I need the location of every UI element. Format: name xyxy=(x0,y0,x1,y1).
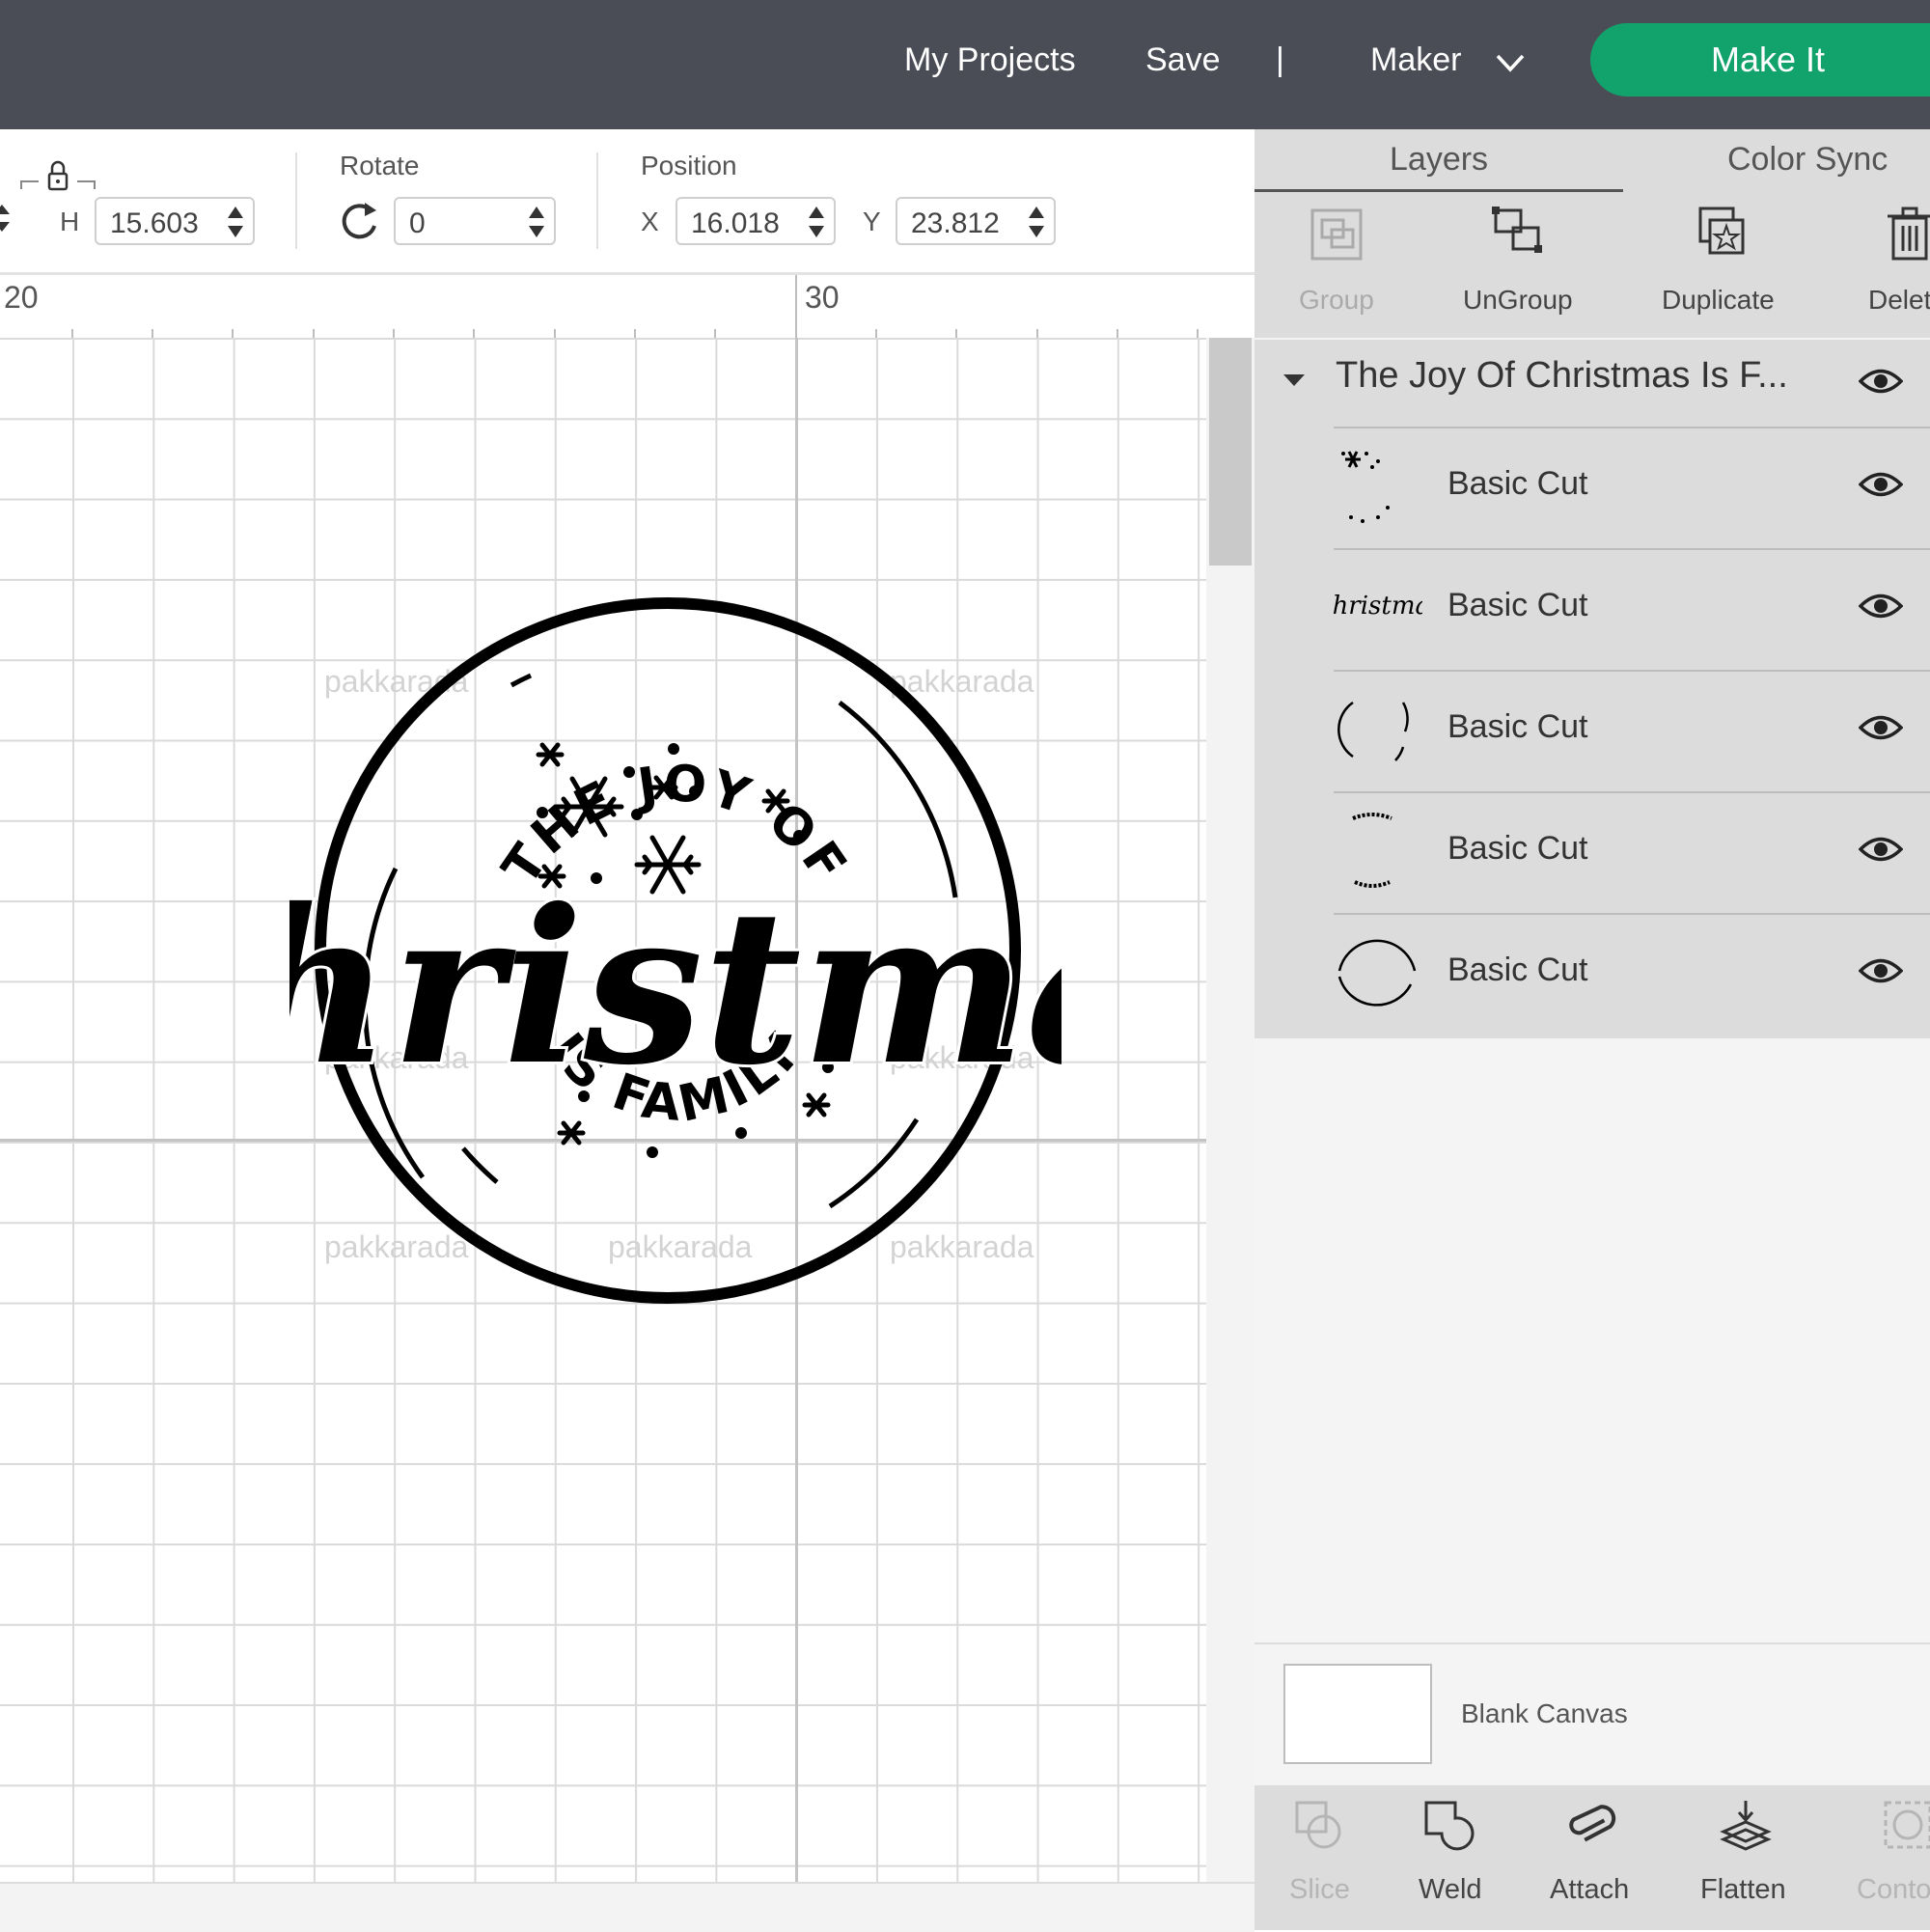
ruler-ticks xyxy=(71,275,1199,339)
layer-label[interactable]: Basic Cut xyxy=(1448,465,1588,503)
width-stepper-arrows[interactable] xyxy=(0,199,14,237)
eye-icon[interactable] xyxy=(1859,470,1903,499)
height-input[interactable]: 15.603 xyxy=(95,197,255,245)
blank-canvas-label: Blank Canvas xyxy=(1461,1698,1628,1728)
blank-canvas-swatch[interactable] xyxy=(1283,1664,1432,1764)
tab-layers[interactable]: Layers xyxy=(1390,141,1488,179)
height-stepper-icon[interactable] xyxy=(226,205,245,239)
layer-thumbnail xyxy=(1337,939,1417,1007)
active-tab-indicator xyxy=(1254,189,1623,192)
y-label: Y xyxy=(863,207,881,236)
height-value: 15.603 xyxy=(110,207,199,239)
eye-icon[interactable] xyxy=(1859,367,1903,396)
christmas-design[interactable]: THE JOY OF IS FAMILY Christmas xyxy=(290,579,1062,1351)
position-label: Position xyxy=(641,151,737,180)
layer-label[interactable]: Basic Cut xyxy=(1448,830,1588,868)
layer-thumbnail xyxy=(1337,701,1409,761)
eye-icon[interactable] xyxy=(1859,592,1903,621)
machine-selector[interactable]: Maker xyxy=(1370,35,1461,85)
lock-icon[interactable] xyxy=(17,160,98,199)
rotate-input[interactable]: 0 xyxy=(394,197,556,245)
chevron-down-icon[interactable] xyxy=(1494,46,1527,79)
layer-label[interactable]: Basic Cut xyxy=(1448,708,1588,746)
y-stepper-icon[interactable] xyxy=(1027,205,1046,239)
canvas-scrollbar[interactable] xyxy=(1206,338,1254,1882)
my-projects-link[interactable]: My Projects xyxy=(904,35,1076,85)
ungroup-button[interactable]: UnGroup xyxy=(1463,285,1573,316)
layer-thumbnail: Christmas xyxy=(1334,592,1422,621)
layer-label[interactable]: Basic Cut xyxy=(1448,587,1588,624)
weld-icon[interactable] xyxy=(1420,1797,1476,1853)
eye-icon[interactable] xyxy=(1859,713,1903,742)
slice-button[interactable]: Slice xyxy=(1289,1874,1350,1906)
layer-thumbnail xyxy=(1352,813,1392,888)
group-icon[interactable] xyxy=(1307,205,1366,264)
flatten-icon[interactable] xyxy=(1718,1797,1774,1853)
canvas-bottom-bar xyxy=(0,1882,1254,1932)
group-layer-title[interactable]: The Joy Of Christmas Is F... xyxy=(1336,355,1788,397)
attach-button[interactable]: Attach xyxy=(1550,1874,1629,1906)
x-label: X xyxy=(641,207,659,236)
make-it-button[interactable]: Make It xyxy=(1590,23,1930,97)
flatten-button[interactable]: Flatten xyxy=(1700,1874,1786,1906)
christmas-script-text: Christmas xyxy=(290,862,1062,1112)
canvas-scrollbar-thumb[interactable] xyxy=(1209,338,1252,566)
header-separator: | xyxy=(1276,41,1284,78)
contour-button[interactable]: Contour xyxy=(1857,1874,1930,1906)
y-position-value: 23.812 xyxy=(911,207,1000,239)
slice-icon[interactable] xyxy=(1291,1797,1347,1853)
tab-color-sync[interactable]: Color Sync xyxy=(1727,141,1888,179)
save-button[interactable]: Save xyxy=(1145,35,1221,85)
contour-icon[interactable] xyxy=(1880,1797,1930,1853)
eye-icon[interactable] xyxy=(1859,835,1903,864)
rotate-stepper-icon[interactable] xyxy=(527,205,546,239)
duplicate-icon[interactable] xyxy=(1693,205,1752,264)
group-button[interactable]: Group xyxy=(1299,285,1374,316)
ruler-mark: 20 xyxy=(4,280,39,315)
weld-button[interactable]: Weld xyxy=(1419,1874,1482,1906)
paperclip-icon[interactable] xyxy=(1563,1797,1619,1853)
duplicate-button[interactable]: Duplicate xyxy=(1662,285,1775,316)
x-position-input[interactable]: 16.018 xyxy=(676,197,836,245)
layer-thumbnail xyxy=(1341,451,1390,523)
trash-icon[interactable] xyxy=(1880,205,1930,264)
rotate-value: 0 xyxy=(409,207,426,239)
rotate-label: Rotate xyxy=(340,151,420,180)
x-position-value: 16.018 xyxy=(691,207,780,239)
delete-button[interactable]: Delete xyxy=(1868,285,1930,316)
height-label: H xyxy=(60,207,80,236)
thumbnail-text: Christmas xyxy=(1334,592,1422,621)
ruler-mark: 30 xyxy=(805,280,840,315)
y-position-input[interactable]: 23.812 xyxy=(896,197,1056,245)
rotate-icon xyxy=(342,203,376,239)
x-stepper-icon[interactable] xyxy=(807,205,826,239)
eye-icon[interactable] xyxy=(1859,956,1903,985)
layer-label[interactable]: Basic Cut xyxy=(1448,952,1588,989)
ungroup-icon[interactable] xyxy=(1488,205,1548,264)
collapse-caret-icon[interactable] xyxy=(1282,371,1307,390)
